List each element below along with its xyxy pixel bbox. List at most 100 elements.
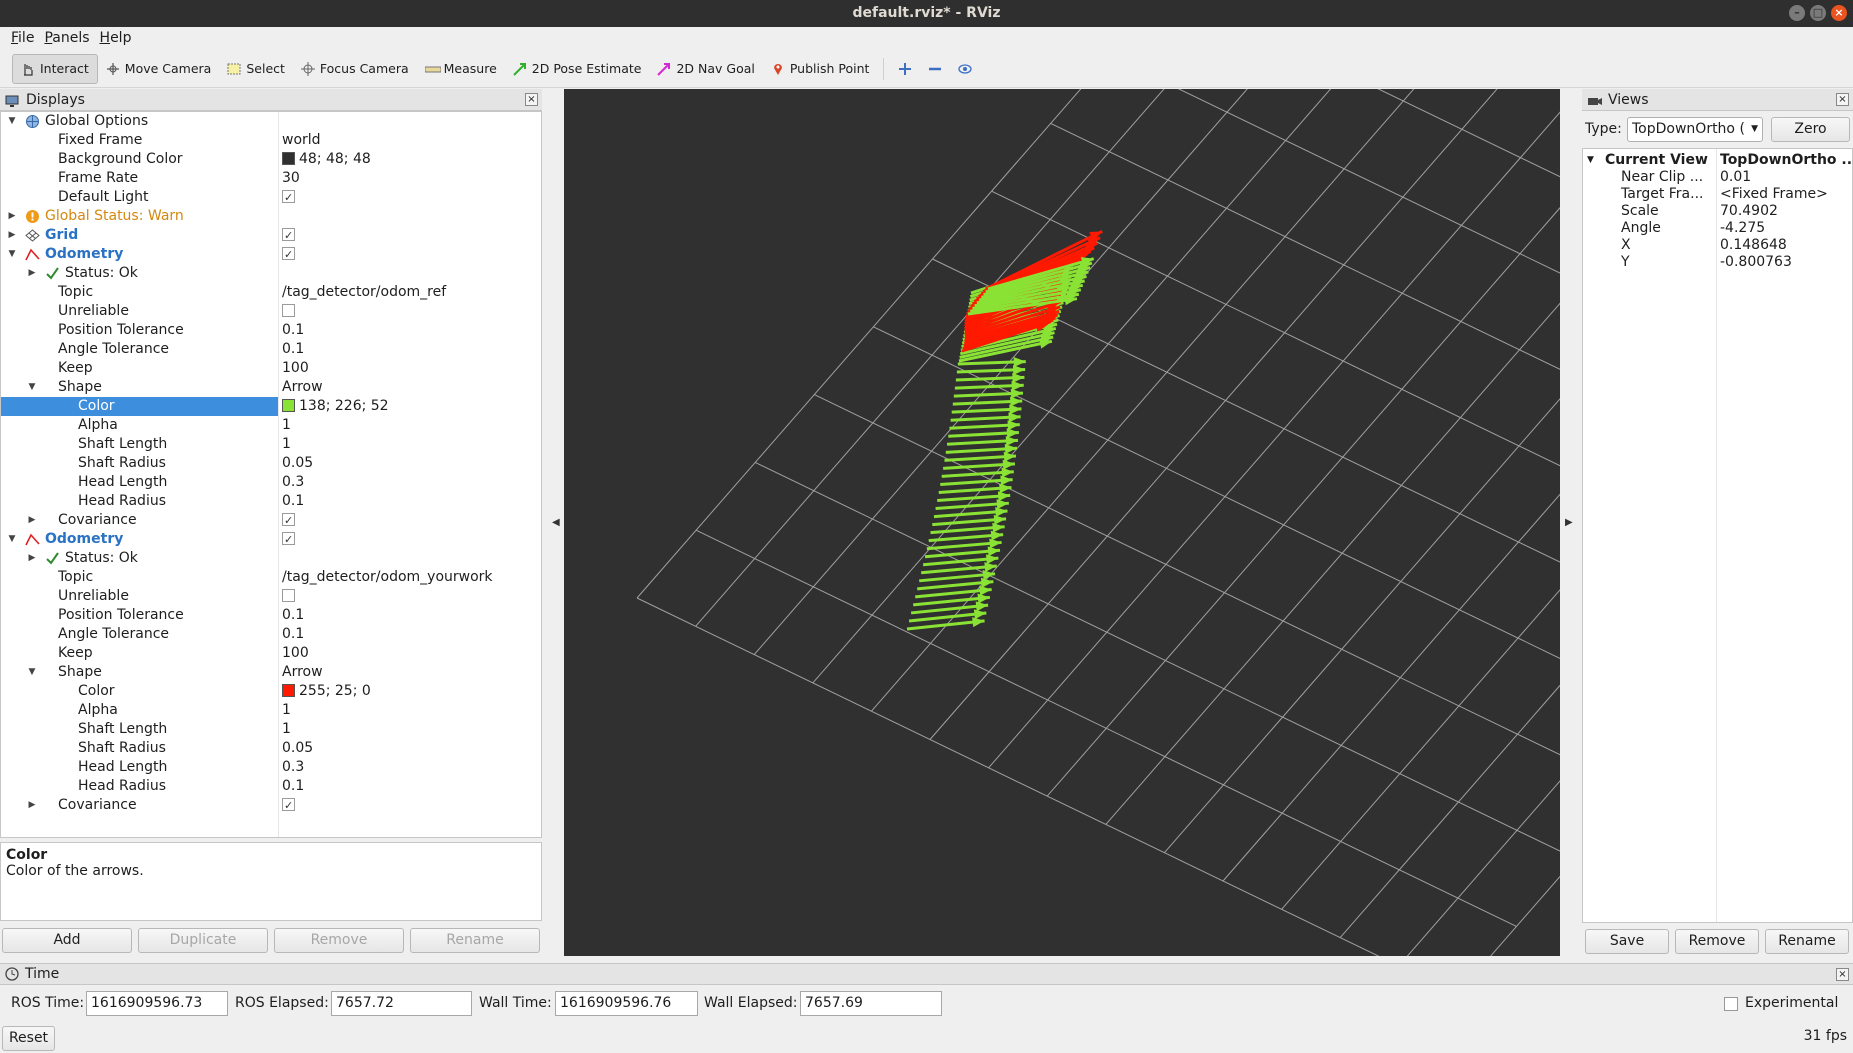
display-tree-row[interactable]: ▶ Covariance (1, 796, 541, 815)
color-swatch[interactable] (282, 152, 295, 165)
view-type-select[interactable]: TopDownOrtho ( ▼ (1627, 117, 1763, 142)
ros-time-field[interactable]: 1616909596.73 (86, 991, 228, 1016)
expand-arrow-icon[interactable]: ▶ (26, 796, 38, 815)
display-tree-row[interactable]: Shaft Radius 0.05 (1, 739, 541, 758)
property-name-cell[interactable]: Unreliable (1, 302, 278, 321)
menu-file[interactable]: File (6, 27, 39, 50)
display-tree-row[interactable]: Alpha 1 (1, 416, 541, 435)
display-tree-row[interactable]: Color 255; 25; 0 (1, 682, 541, 701)
property-name-cell[interactable]: ▶ Grid (1, 226, 278, 245)
property-value-cell[interactable]: 0.1 (281, 321, 539, 340)
property-name-cell[interactable]: Shaft Radius (1, 454, 278, 473)
property-checkbox[interactable] (282, 589, 295, 602)
close-displays-panel-button[interactable]: × (525, 93, 538, 106)
property-name-cell[interactable]: Angle Tolerance (1, 340, 278, 359)
property-name-cell[interactable]: Unreliable (1, 587, 278, 606)
property-name-cell[interactable]: Frame Rate (1, 169, 278, 188)
view-property-row[interactable]: Angle -4.275 (1583, 220, 1852, 237)
remove-display-button[interactable]: Remove (274, 928, 404, 953)
remove-view-button[interactable]: Remove (1675, 929, 1759, 954)
menu-panels[interactable]: Panels (39, 27, 94, 50)
display-tree-row[interactable]: Fixed Frame world (1, 131, 541, 150)
property-name-cell[interactable]: Shaft Length (1, 720, 278, 739)
property-value-cell[interactable]: 0.1 (281, 606, 539, 625)
collapse-arrow-icon[interactable]: ▼ (6, 112, 18, 131)
property-value-cell[interactable]: 0.05 (281, 454, 539, 473)
property-value-cell[interactable] (281, 530, 539, 549)
property-value-cell[interactable] (281, 112, 539, 131)
property-value-cell[interactable] (281, 264, 539, 283)
render-viewport[interactable] (564, 89, 1560, 956)
property-value-cell[interactable]: 0.1 (281, 340, 539, 359)
property-value-cell[interactable]: Arrow (281, 663, 539, 682)
property-value-cell[interactable] (281, 511, 539, 530)
property-name-cell[interactable]: Keep (1, 359, 278, 378)
maximize-button[interactable]: □ (1810, 5, 1826, 21)
camera-type-button[interactable] (950, 54, 980, 84)
close-time-panel-button[interactable]: × (1836, 968, 1849, 981)
property-name-cell[interactable]: Color (1, 682, 278, 701)
display-tree-row[interactable]: Topic/tag_detector/odom_yourwork (1, 568, 541, 587)
property-value-cell[interactable]: 0.3 (281, 758, 539, 777)
property-name-cell[interactable]: Angle Tolerance (1, 625, 278, 644)
property-name-cell[interactable]: ▼ Global Options (1, 112, 278, 131)
property-value-cell[interactable] (281, 188, 539, 207)
display-tree-row[interactable]: ▼ Odometry (1, 530, 541, 549)
property-value-cell[interactable]: 0.1 (281, 492, 539, 511)
display-tree-row[interactable]: Default Light (1, 188, 541, 207)
property-value-cell[interactable] (281, 796, 539, 815)
expand-arrow-icon[interactable]: ▶ (26, 264, 38, 283)
property-name-cell[interactable]: Head Radius (1, 777, 278, 796)
property-checkbox[interactable] (282, 304, 295, 317)
display-tree-row[interactable]: Head Radius 0.1 (1, 492, 541, 511)
property-value-cell[interactable] (281, 549, 539, 568)
zero-view-button[interactable]: Zero (1771, 117, 1850, 142)
property-name-cell[interactable]: Fixed Frame (1, 131, 278, 150)
view-property-row[interactable]: Y -0.800763 (1583, 254, 1852, 271)
menu-help[interactable]: Help (95, 27, 137, 50)
property-name-cell[interactable]: ▶ Status: Ok (1, 549, 278, 568)
view-property-row[interactable]: Target Fra... <Fixed Frame> (1583, 186, 1852, 203)
display-tree-row[interactable]: ▼ Shape Arrow (1, 378, 541, 397)
display-tree-row[interactable]: ▼ Odometry (1, 245, 541, 264)
display-tree-row[interactable]: ▶ Status: Ok (1, 549, 541, 568)
view-property-row[interactable]: Scale 70.4902 (1583, 203, 1852, 220)
display-tree-row[interactable]: Angle Tolerance 0.1 (1, 625, 541, 644)
collapse-arrow-icon[interactable]: ▼ (6, 245, 18, 264)
property-name-cell[interactable]: ▶ Status: Ok (1, 264, 278, 283)
property-name-cell[interactable]: Head Length (1, 758, 278, 777)
collapse-left-handle[interactable]: ◀ (552, 517, 560, 528)
expand-arrow-icon[interactable]: ▶ (6, 226, 18, 245)
property-name-cell[interactable]: Keep (1, 644, 278, 663)
display-tree-row[interactable]: Keep 100 (1, 359, 541, 378)
property-name-cell[interactable]: Topic (1, 283, 278, 302)
property-name-cell[interactable]: Head Length (1, 473, 278, 492)
publish-point-tool-button[interactable]: Publish Point (763, 54, 878, 84)
display-tree-row[interactable]: Angle Tolerance 0.1 (1, 340, 541, 359)
display-tree-row[interactable]: ▼ Global Options (1, 112, 541, 131)
property-value-cell[interactable]: /tag_detector/odom_ref (281, 283, 539, 302)
property-value-cell[interactable]: 0.1 (281, 777, 539, 796)
remove-tool-button[interactable] (920, 54, 950, 84)
property-value-cell[interactable]: 0.1 (281, 625, 539, 644)
display-tree-row[interactable]: Unreliable (1, 587, 541, 606)
display-tree-row[interactable]: Shaft Length 1 (1, 720, 541, 739)
property-value-cell[interactable]: /tag_detector/odom_yourwork (281, 568, 539, 587)
property-value-cell[interactable]: 138; 226; 52 (281, 397, 539, 416)
collapse-arrow-icon[interactable]: ▼ (26, 378, 38, 397)
display-tree-row[interactable]: Head Length 0.3 (1, 758, 541, 777)
property-value-cell[interactable]: 1 (281, 701, 539, 720)
experimental-checkbox[interactable] (1724, 997, 1738, 1011)
view-property-row[interactable]: X 0.148648 (1583, 237, 1852, 254)
collapse-arrow-icon[interactable]: ▼ (26, 663, 38, 682)
wall-elapsed-field[interactable]: 7657.69 (800, 991, 942, 1016)
property-name-cell[interactable]: Alpha (1, 416, 278, 435)
pose-estimate-tool-button[interactable]: 2D Pose Estimate (505, 54, 650, 84)
property-value-cell[interactable]: 1 (281, 416, 539, 435)
property-checkbox[interactable] (282, 511, 295, 530)
scene-canvas[interactable] (564, 89, 1560, 956)
expand-arrow-icon[interactable]: ▶ (6, 207, 18, 226)
property-checkbox[interactable] (282, 226, 295, 245)
display-tree-row[interactable]: ▼ Shape Arrow (1, 663, 541, 682)
duplicate-display-button[interactable]: Duplicate (138, 928, 268, 953)
